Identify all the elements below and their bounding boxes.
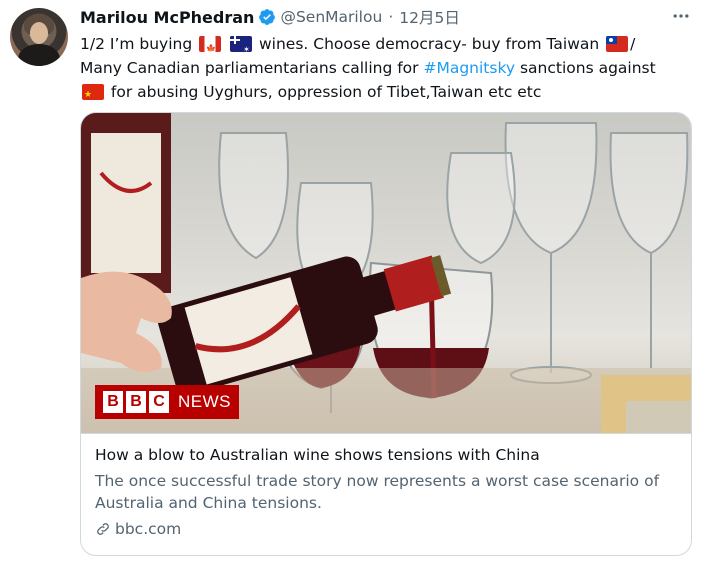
hashtag-link[interactable]: #Magnitsky: [423, 59, 515, 77]
canada-flag-icon: [199, 36, 222, 52]
author-name[interactable]: Marilou McPhedran: [80, 8, 254, 27]
link-preview-card[interactable]: B B C NEWS How a blow to Australian wine…: [80, 112, 692, 556]
taiwan-flag-icon: [606, 36, 629, 52]
bbc-news-logo: B B C NEWS: [95, 385, 239, 419]
tweet-line-2: Many Canadian parliamentarians calling f…: [80, 59, 656, 77]
card-title[interactable]: How a blow to Australian wine shows tens…: [95, 446, 540, 464]
more-options-icon[interactable]: [671, 6, 691, 31]
verified-badge-icon: [259, 9, 276, 25]
australia-flag-icon: [230, 36, 253, 52]
author-handle[interactable]: @SenMarilou: [280, 8, 382, 26]
card-domain[interactable]: bbc.com: [95, 520, 181, 538]
separator-dot: ·: [388, 8, 394, 26]
china-flag-icon: [82, 84, 104, 100]
card-description: The once successful trade story now repr…: [95, 472, 660, 512]
tweet-text: 1/2 I’m buying wines. Choose democracy- …: [80, 32, 690, 104]
tweet-line-3: for abusing Uyghurs, oppression of Tibet…: [80, 80, 690, 104]
link-icon: [97, 523, 109, 535]
avatar[interactable]: [10, 8, 68, 66]
card-body[interactable]: How a blow to Australian wine shows tens…: [81, 433, 691, 555]
tweet-line-1: 1/2 I’m buying wines. Choose democracy- …: [80, 32, 690, 56]
tweet-date[interactable]: 12月5日: [399, 6, 460, 28]
tweet-header: Marilou McPhedran @SenMarilou · 12月5日: [80, 6, 460, 28]
card-image[interactable]: B B C NEWS: [81, 113, 691, 433]
